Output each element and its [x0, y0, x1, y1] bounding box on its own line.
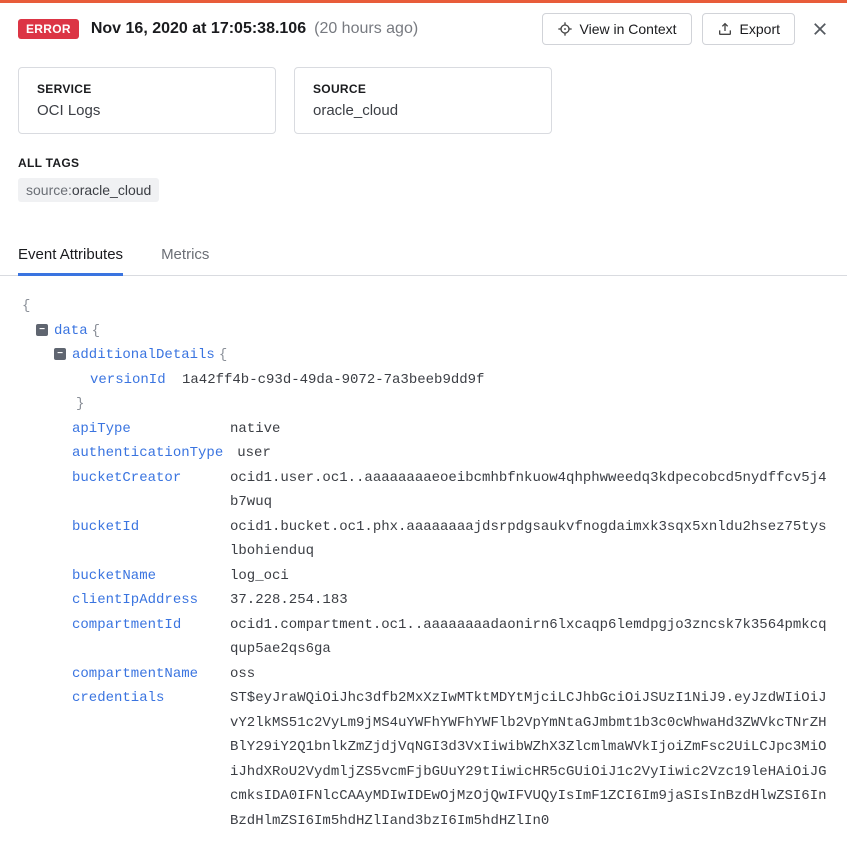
- all-tags-label: ALL TAGS: [18, 156, 829, 170]
- json-key-label: bucketCreator: [72, 466, 230, 491]
- json-kv-bucketId[interactable]: bucketId ocid1.bucket.oc1.phx.aaaaaaaajd…: [18, 515, 829, 564]
- json-kv-credentials[interactable]: credentials ST$eyJraWQiOiJhc3dfb2MxXzIwM…: [18, 686, 829, 833]
- json-value: ST$eyJraWQiOiJhc3dfb2MxXzIwMTktMDYtMjciL…: [230, 686, 829, 833]
- json-root: {: [18, 294, 829, 319]
- json-key-label: credentials: [72, 686, 230, 711]
- json-close-additionalDetails: }: [18, 392, 829, 417]
- status-badge: ERROR: [18, 19, 79, 39]
- json-key-label: additionalDetails: [72, 343, 215, 368]
- source-value: oracle_cloud: [313, 102, 533, 119]
- close-icon: [811, 20, 829, 38]
- collapse-icon[interactable]: −: [36, 324, 48, 336]
- all-tags-section: ALL TAGS source:oracle_cloud: [0, 134, 847, 202]
- json-kv-authenticationType[interactable]: authenticationType user: [18, 441, 829, 466]
- tab-bar: Event Attributes Metrics: [0, 236, 847, 276]
- json-kv-clientIpAddress[interactable]: clientIpAddress 37.228.254.183: [18, 588, 829, 613]
- source-card: SOURCE oracle_cloud: [294, 67, 552, 134]
- tab-metrics[interactable]: Metrics: [161, 236, 209, 275]
- event-timestamp: Nov 16, 2020 at 17:05:38.106: [91, 20, 306, 38]
- relative-time: (20 hours ago): [314, 20, 418, 38]
- summary-cards: SERVICE OCI Logs SOURCE oracle_cloud: [0, 45, 847, 134]
- export-label: Export: [740, 21, 780, 37]
- json-value: native: [230, 417, 280, 442]
- collapse-icon[interactable]: −: [54, 348, 66, 360]
- tag-pill[interactable]: source:oracle_cloud: [18, 178, 159, 202]
- json-key-label: compartmentId: [72, 613, 230, 638]
- json-value: user: [237, 441, 271, 466]
- export-icon: [717, 21, 733, 37]
- json-key-data[interactable]: − data {: [18, 319, 829, 344]
- json-key-label: versionId: [90, 368, 182, 393]
- header-row: ERROR Nov 16, 2020 at 17:05:38.106 (20 h…: [0, 3, 847, 45]
- json-kv-bucketCreator[interactable]: bucketCreator ocid1.user.oc1..aaaaaaaaeo…: [18, 466, 829, 515]
- source-label: SOURCE: [313, 82, 533, 96]
- json-value: ocid1.bucket.oc1.phx.aaaaaaaajdsrpdgsauk…: [230, 515, 829, 564]
- json-value: oss: [230, 662, 255, 687]
- view-in-context-label: View in Context: [580, 21, 677, 37]
- brace-close: }: [76, 392, 84, 417]
- json-viewer: { − data { − additionalDetails { version…: [0, 276, 847, 851]
- brace-open: {: [22, 294, 30, 319]
- brace-open: {: [92, 319, 100, 344]
- tag-key: source:: [26, 182, 72, 198]
- json-kv-apiType[interactable]: apiType native: [18, 417, 829, 442]
- close-button[interactable]: [811, 20, 829, 38]
- crosshair-icon: [557, 21, 573, 37]
- json-kv-bucketName[interactable]: bucketName log_oci: [18, 564, 829, 589]
- json-key-label: data: [54, 319, 88, 344]
- json-value: ocid1.user.oc1..aaaaaaaaeoeibcmhbfnkuow4…: [230, 466, 829, 515]
- json-value: ocid1.compartment.oc1..aaaaaaaadaonirn6l…: [230, 613, 829, 662]
- service-label: SERVICE: [37, 82, 257, 96]
- brace-open: {: [219, 343, 227, 368]
- json-value: log_oci: [230, 564, 289, 589]
- service-value: OCI Logs: [37, 102, 257, 119]
- json-value: 37.228.254.183: [230, 588, 348, 613]
- json-key-additionalDetails[interactable]: − additionalDetails {: [18, 343, 829, 368]
- tab-event-attributes[interactable]: Event Attributes: [18, 236, 123, 275]
- json-kv-versionId[interactable]: versionId 1a42ff4b-c93d-49da-9072-7a3bee…: [18, 368, 829, 393]
- json-key-label: clientIpAddress: [72, 588, 230, 613]
- json-key-label: bucketName: [72, 564, 230, 589]
- json-value: 1a42ff4b-c93d-49da-9072-7a3beeb9dd9f: [182, 368, 484, 393]
- json-key-label: authenticationType: [72, 441, 237, 466]
- export-button[interactable]: Export: [702, 13, 795, 45]
- json-key-label: compartmentName: [72, 662, 230, 687]
- tag-value: oracle_cloud: [72, 182, 151, 198]
- service-card: SERVICE OCI Logs: [18, 67, 276, 134]
- json-key-label: bucketId: [72, 515, 230, 540]
- json-kv-compartmentName[interactable]: compartmentName oss: [18, 662, 829, 687]
- json-key-label: apiType: [72, 417, 230, 442]
- view-in-context-button[interactable]: View in Context: [542, 13, 692, 45]
- json-kv-compartmentId[interactable]: compartmentId ocid1.compartment.oc1..aaa…: [18, 613, 829, 662]
